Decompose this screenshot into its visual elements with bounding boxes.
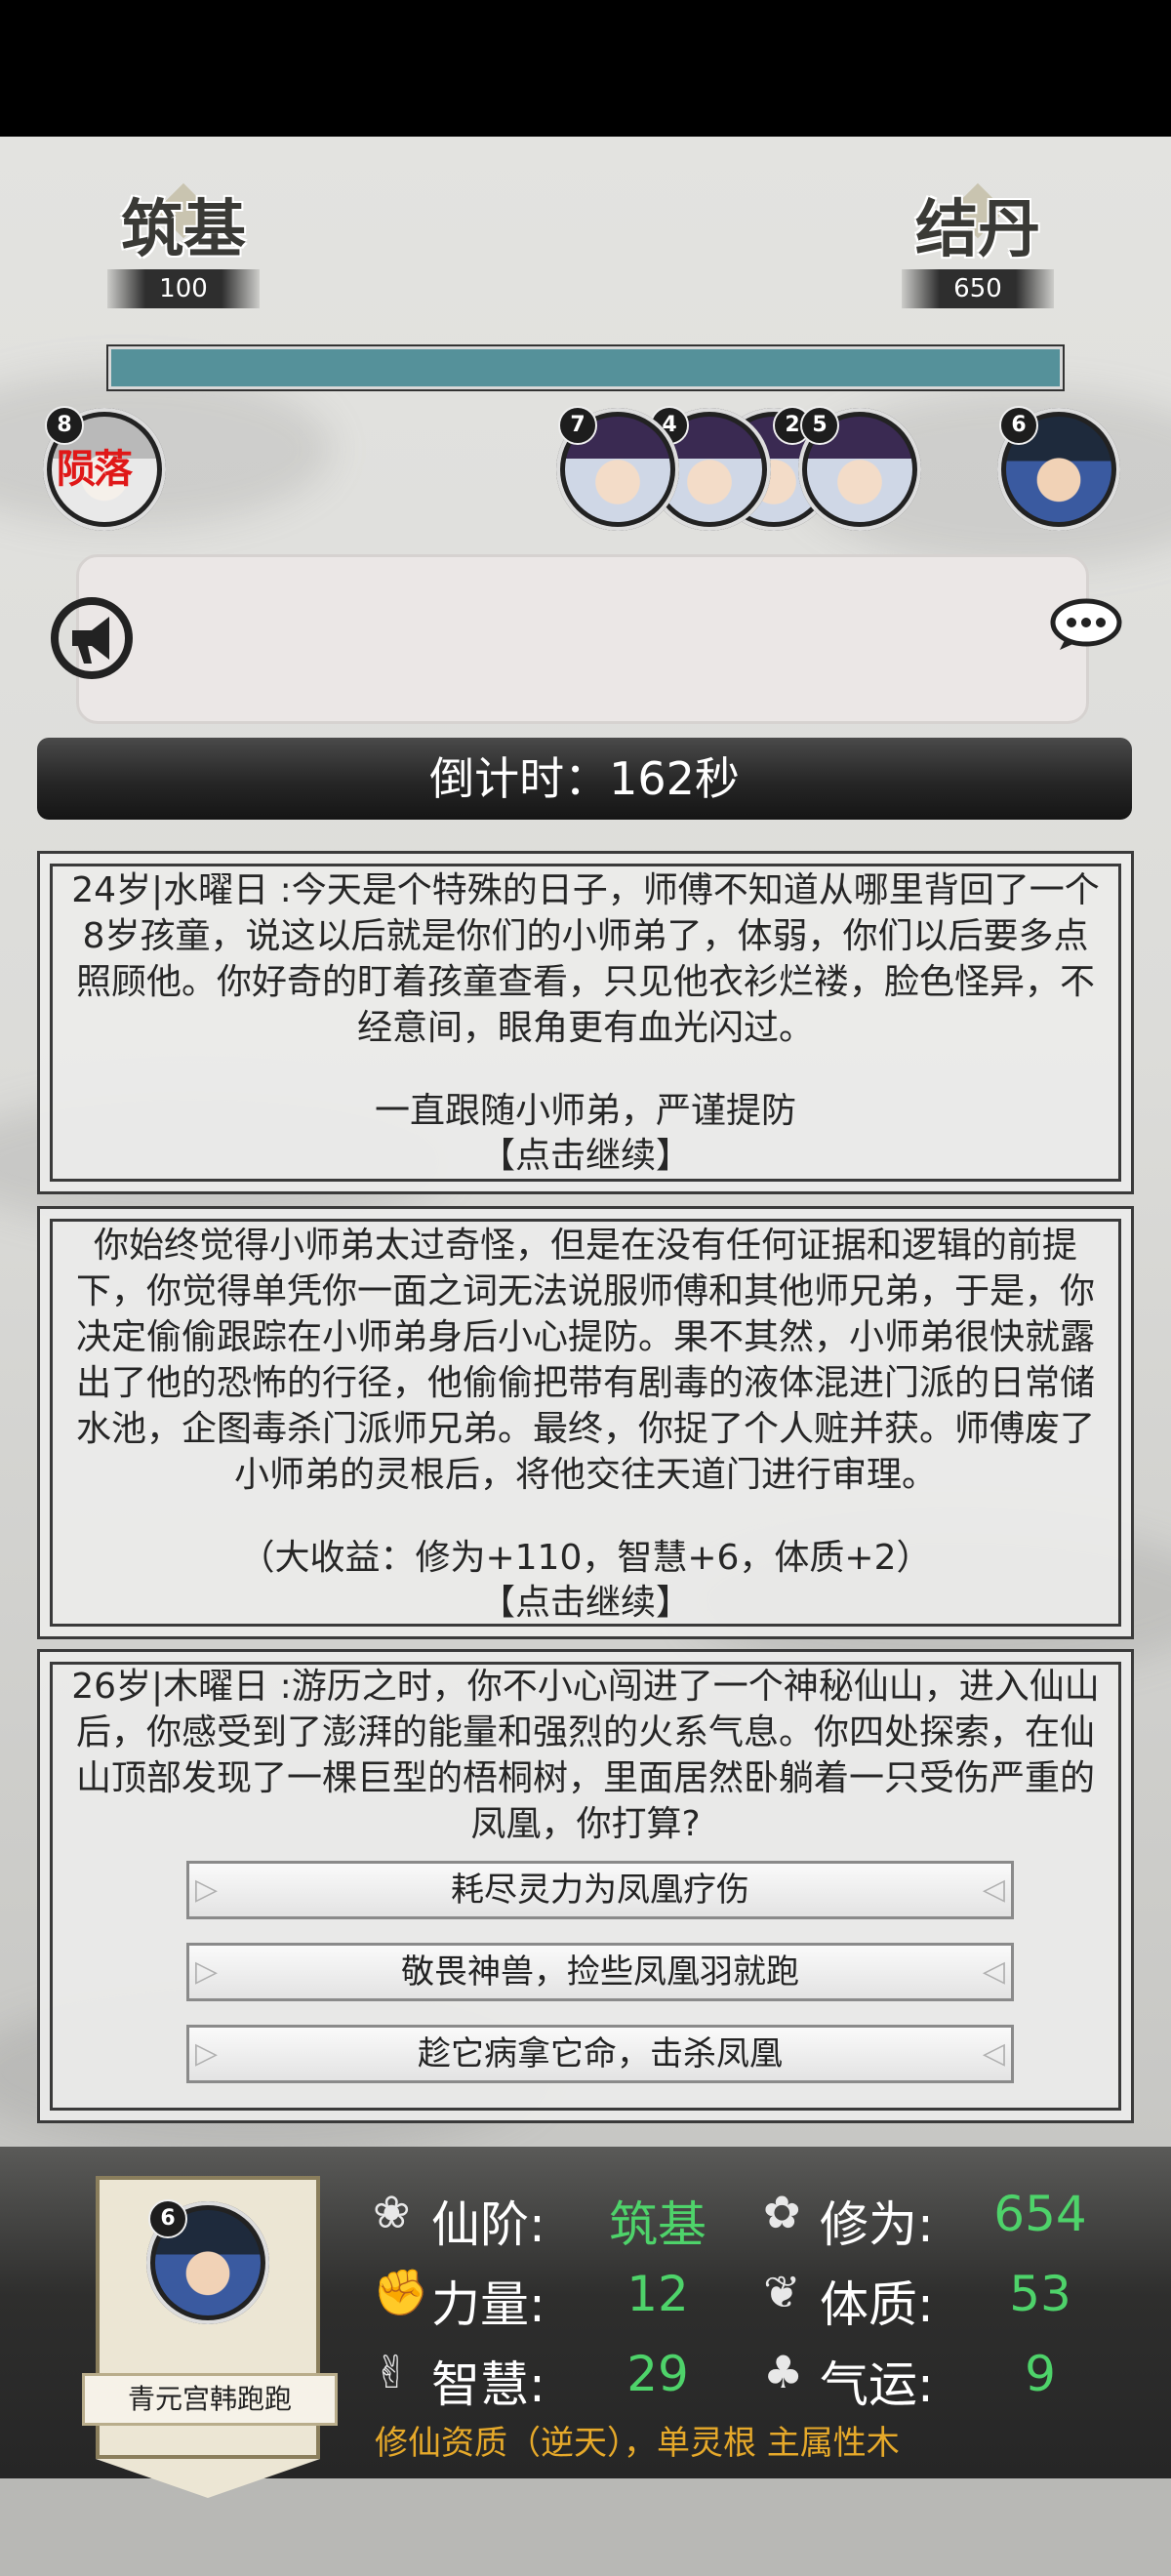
stat-value: 12 [626, 2266, 689, 2322]
fist-icon: ✊ [373, 2266, 429, 2318]
lotus-icon: ❀ [373, 2186, 411, 2238]
disciple-avatar-6[interactable]: 6 [997, 406, 1120, 531]
swirl-icon: ✿ [763, 2186, 801, 2238]
option-label: 耗尽灵力为凤凰疗伤 [451, 1871, 749, 1910]
avatar-badge: 5 [800, 406, 839, 445]
current-realm-value: 100 [107, 269, 260, 308]
event-text: 你始终觉得小师弟太过奇怪，但是在没有任何证据和逻辑的前提下，你觉得单凭你一面之词… [75, 1226, 1095, 1495]
stat-value: 9 [1025, 2346, 1056, 2402]
option-kill-phoenix-button[interactable]: ▷ 趁它病拿它命，击杀凤凰 ◁ [186, 2025, 1014, 2083]
continue-link[interactable]: 【点击继续】 [69, 1580, 1102, 1626]
character-card-tail [96, 2459, 320, 2498]
cultivation-progress-bar [108, 346, 1063, 389]
avatar-badge: 7 [558, 406, 597, 445]
event-panel-1[interactable]: 24岁|水曜日 :今天是个特殊的日子，师傅不知道从哪里背回了一个8岁孩童，说这以… [37, 851, 1134, 1194]
event-choice-made: 一直跟随小师弟，严谨提防 [374, 1091, 796, 1131]
stat-label: 智慧: [431, 2356, 545, 2413]
stat-value: 筑基 [609, 2196, 707, 2253]
avatar-badge: 6 [999, 406, 1038, 445]
hand-sign-icon: ✌ [373, 2346, 411, 2398]
event-text: 24岁|水曜日 :今天是个特殊的日子，师傅不知道从哪里背回了一个8岁孩童，说这以… [71, 870, 1100, 1048]
status-bar [0, 0, 1171, 137]
current-realm-name: 筑基 [121, 193, 246, 266]
stat-label: 气运: [820, 2356, 934, 2413]
stat-label: 仙阶: [431, 2196, 545, 2253]
message-box [76, 554, 1089, 724]
event-panel-3: 26岁|木曜日 :游历之时，你不小心闯进了一个神秘仙山，进入仙山后，你感受到了澎… [37, 1649, 1134, 2123]
avatar-badge: 6 [148, 2199, 187, 2238]
stat-label: 体质: [820, 2276, 934, 2333]
character-name: 青元宫韩跑跑 [82, 2373, 338, 2426]
next-realm: 结丹 650 [878, 191, 1077, 308]
option-label: 趁它病拿它命，击杀凤凰 [418, 2034, 783, 2073]
option-label: 敬畏神兽，捡些凤凰羽就跑 [401, 1952, 799, 1992]
event-reward: （大收益：修为+110，智慧+6，体质+2） [239, 1538, 932, 1578]
option-heal-phoenix-button[interactable]: ▷ 耗尽灵力为凤凰疗伤 ◁ [186, 1861, 1014, 1919]
clover-icon: ♣ [763, 2346, 804, 2398]
stat-value: 29 [626, 2346, 689, 2402]
disciple-avatar-8[interactable]: 8 陨落 [43, 406, 166, 531]
stat-value: 53 [1009, 2266, 1071, 2322]
disciple-avatar-7[interactable]: 7 [556, 406, 679, 531]
event-panel-2[interactable]: 你始终觉得小师弟太过奇怪，但是在没有任何证据和逻辑的前提下，你觉得单凭你一面之词… [37, 1206, 1134, 1639]
countdown-timer: 倒计时：162秒 [37, 738, 1132, 820]
current-realm: 筑基 100 [84, 191, 283, 308]
event-text: 26岁|木曜日 :游历之时，你不小心闯进了一个神秘仙山，进入仙山后，你感受到了澎… [71, 1667, 1100, 1844]
fallen-label: 陨落 [57, 447, 133, 492]
leaf-icon: ❦ [763, 2266, 801, 2318]
speech-bubble-icon[interactable] [1050, 597, 1122, 652]
option-take-feathers-button[interactable]: ▷ 敬畏神兽，捡些凤凰羽就跑 ◁ [186, 1943, 1014, 2001]
stat-value: 654 [993, 2186, 1087, 2242]
megaphone-icon[interactable] [49, 595, 135, 681]
stat-label: 力量: [431, 2276, 545, 2333]
next-realm-name: 结丹 [915, 193, 1040, 266]
aptitude-text: 修仙资质（逆天），单灵根 主属性木 [375, 2424, 900, 2463]
disciple-avatar-5[interactable]: 5 [798, 406, 921, 531]
next-realm-value: 650 [902, 269, 1054, 308]
stat-label: 修为: [820, 2196, 934, 2253]
character-avatar[interactable]: 6 [146, 2199, 269, 2324]
continue-link[interactable]: 【点击继续】 [69, 1133, 1102, 1179]
